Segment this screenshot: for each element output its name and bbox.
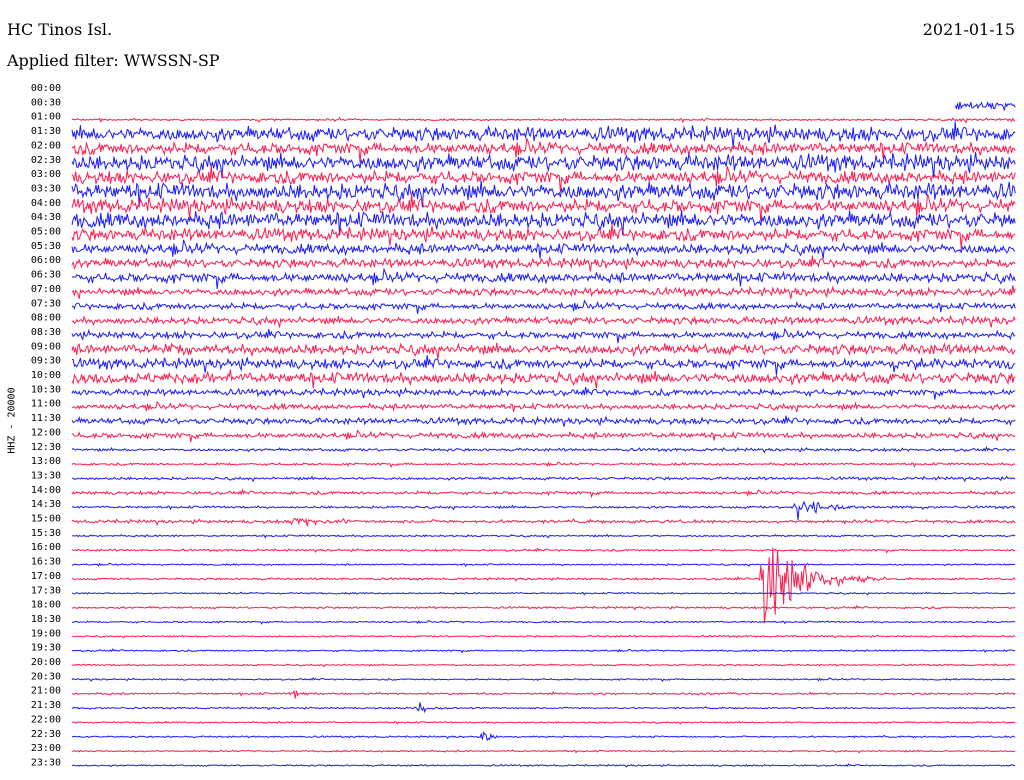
trace-row xyxy=(71,763,1016,768)
trace-row xyxy=(71,299,1016,314)
trace-row xyxy=(71,429,1016,443)
trace-row xyxy=(71,461,1016,469)
time-tick-label: 05:00 xyxy=(31,227,61,238)
trace-row xyxy=(71,648,1016,654)
time-tick-label: 19:00 xyxy=(31,628,61,639)
time-tick-label: 07:30 xyxy=(31,298,61,309)
trace-row xyxy=(71,355,1016,376)
trace-row xyxy=(71,591,1016,596)
trace-row xyxy=(71,517,1016,527)
time-tick-label: 09:00 xyxy=(31,341,61,352)
time-tick-label: 09:30 xyxy=(31,356,61,367)
trace-row xyxy=(72,720,1016,725)
trace-row xyxy=(71,676,1016,683)
time-tick-label: 16:30 xyxy=(31,557,61,568)
trace-row xyxy=(71,400,1016,413)
trace-row xyxy=(71,475,1016,483)
time-tick-label: 10:00 xyxy=(31,370,61,381)
time-tick-label: 18:30 xyxy=(31,614,61,625)
trace-row xyxy=(71,547,1016,624)
trace-row xyxy=(71,702,1016,714)
trace-row xyxy=(71,255,1016,272)
time-tick-label: 02:00 xyxy=(31,140,61,151)
time-tick-label: 16:00 xyxy=(31,542,61,553)
trace-row xyxy=(954,101,1016,111)
trace-row xyxy=(71,689,1016,699)
time-tick-label: 15:30 xyxy=(31,528,61,539)
trace-row xyxy=(71,415,1016,427)
time-tick-label: 13:30 xyxy=(31,470,61,481)
time-tick-label: 21:00 xyxy=(31,686,61,697)
time-tick-label: 06:30 xyxy=(31,270,61,281)
time-tick-label: 05:30 xyxy=(31,241,61,252)
time-tick-label: 06:00 xyxy=(31,255,61,266)
trace-row xyxy=(71,488,1016,499)
trace-row xyxy=(71,223,1016,249)
trace-row xyxy=(71,604,1016,611)
trace-row xyxy=(71,533,1016,539)
trace-row xyxy=(71,285,1016,299)
time-tick-label: 14:00 xyxy=(31,485,61,496)
time-tick-label: 18:00 xyxy=(31,600,61,611)
time-tick-label: 17:00 xyxy=(31,571,61,582)
trace-row xyxy=(71,731,1016,742)
time-tick-label: 23:00 xyxy=(31,743,61,754)
time-tick-label: 22:00 xyxy=(31,714,61,725)
time-tick-label: 22:30 xyxy=(31,729,61,740)
time-tick-label: 12:00 xyxy=(31,427,61,438)
time-tick-label: 20:00 xyxy=(31,657,61,668)
time-tick-label: 04:00 xyxy=(31,198,61,209)
time-tick-label: 01:30 xyxy=(31,126,61,137)
time-tick-label: 23:30 xyxy=(31,757,61,768)
time-tick-label: 03:00 xyxy=(31,169,61,180)
time-tick-label: 01:00 xyxy=(31,112,61,123)
trace-row xyxy=(71,749,1016,754)
time-tick-label: 11:30 xyxy=(31,413,61,424)
trace-row xyxy=(71,314,1016,328)
time-tick-label: 00:30 xyxy=(31,97,61,108)
trace-row xyxy=(71,121,1016,148)
time-tick-label: 21:30 xyxy=(31,700,61,711)
trace-row xyxy=(71,116,1016,124)
trace-row xyxy=(71,634,1016,639)
time-tick-label: 12:30 xyxy=(31,442,61,453)
trace-row xyxy=(71,547,1016,554)
time-tick-label: 08:30 xyxy=(31,327,61,338)
trace-row xyxy=(71,386,1016,400)
time-tick-label: 00:00 xyxy=(31,83,61,94)
time-tick-label: 10:30 xyxy=(31,384,61,395)
trace-row xyxy=(72,663,1016,668)
time-tick-label: 02:30 xyxy=(31,155,61,166)
time-tick-label: 13:00 xyxy=(31,456,61,467)
trace-row xyxy=(71,267,1016,289)
time-tick-label: 19:30 xyxy=(31,643,61,654)
trace-row xyxy=(71,137,1016,163)
trace-row xyxy=(71,369,1016,389)
trace-row xyxy=(71,500,1016,520)
time-tick-label: 11:00 xyxy=(31,399,61,410)
trace-row xyxy=(71,562,1016,567)
time-tick-label: 14:30 xyxy=(31,499,61,510)
helicorder-chart: 00:00 00:30 01:00 01:30 02:00 02:30 03:00 03:30… xyxy=(31,83,1016,768)
time-tick-label: 08:00 xyxy=(31,313,61,324)
time-tick-label: 04:30 xyxy=(31,212,61,223)
time-tick-label: 03:30 xyxy=(31,183,61,194)
time-tick-label: 07:00 xyxy=(31,284,61,295)
time-tick-label: 20:30 xyxy=(31,671,61,682)
trace-row xyxy=(71,342,1016,360)
trace-row xyxy=(71,620,1016,625)
trace-row xyxy=(71,445,1016,454)
time-tick-label: 15:00 xyxy=(31,514,61,525)
time-tick-label: 17:30 xyxy=(31,585,61,596)
trace-row xyxy=(71,239,1016,259)
trace-row xyxy=(71,327,1016,344)
